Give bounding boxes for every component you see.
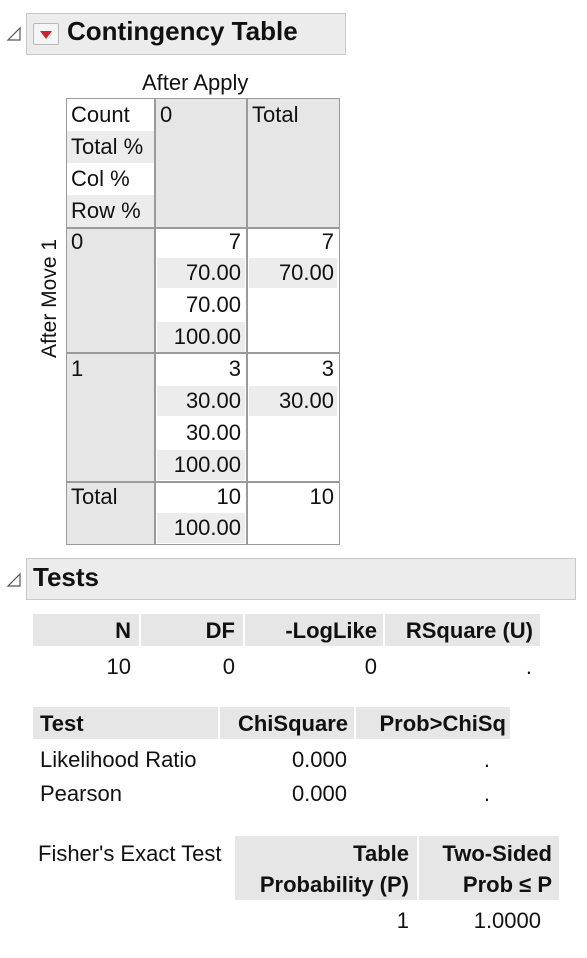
cell-total-pct: 70.00 — [185, 260, 241, 285]
chi-header-chisquare: ChiSquare — [237, 711, 348, 736]
red-triangle-menu-icon[interactable] — [33, 23, 59, 45]
total-count: 3 — [321, 356, 334, 381]
chi-row-chisquare: 0.000 — [291, 747, 347, 772]
cell-count: 3 — [228, 356, 241, 381]
cell-col-pct: 30.00 — [185, 420, 241, 445]
column-variable-label: After Apply — [142, 70, 249, 95]
fisher-col1-line2: Probability (P) — [259, 872, 409, 897]
total-row-label: Total — [71, 484, 118, 509]
grand-total-count: 10 — [309, 484, 334, 509]
cell-row-pct: 100.00 — [173, 452, 241, 477]
tests-title: Tests — [33, 562, 99, 592]
chi-row-chisquare: 0.000 — [291, 781, 347, 806]
chi-row-prob: . — [483, 781, 490, 806]
total-row-count: 10 — [216, 484, 241, 509]
legend-col-pct: Col % — [71, 166, 130, 191]
row-variable-label: After Move 1 — [38, 238, 61, 358]
summary-header-loglike: -LogLike — [285, 618, 377, 643]
fisher-col1-line1: Table — [353, 841, 409, 866]
summary-value-df: 0 — [222, 654, 235, 679]
col-header-0-label: 0 — [160, 102, 173, 127]
summary-value-rsquare: . — [525, 654, 532, 679]
fisher-col2-line2: Prob ≤ P — [462, 872, 552, 897]
tests-header-bar — [26, 558, 576, 600]
summary-header-n: N — [115, 618, 131, 643]
cell-col-pct: 70.00 — [185, 292, 241, 317]
cell-total-pct: 30.00 — [185, 388, 241, 413]
fisher-value-two-sided: 1.0000 — [473, 908, 541, 933]
row-1-label: 1 — [71, 356, 84, 381]
chi-row-test: Pearson — [40, 781, 122, 806]
total-pct: 70.00 — [278, 260, 334, 285]
contingency-title: Contingency Table — [67, 16, 298, 46]
contingency-disclosure-icon[interactable] — [6, 26, 21, 41]
legend-total-pct: Total % — [71, 134, 144, 159]
cell-count: 7 — [228, 229, 241, 254]
cell-row-pct: 100.00 — [173, 324, 241, 349]
total-row-pct: 100.00 — [173, 515, 241, 540]
summary-value-n: 10 — [106, 654, 131, 679]
fisher-col2-line1: Two-Sided — [442, 841, 552, 866]
chi-header-test: Test — [40, 711, 84, 736]
fisher-value-table-prob: 1 — [396, 908, 409, 933]
row-0-label: 0 — [71, 229, 84, 254]
tests-disclosure-icon[interactable] — [6, 572, 21, 587]
legend-row-pct: Row % — [71, 198, 141, 223]
chi-header-prob: Prob>ChiSq — [379, 711, 506, 736]
fisher-label: Fisher's Exact Test — [38, 841, 222, 866]
summary-header-rsquare: RSquare (U) — [405, 618, 533, 643]
summary-header-df: DF — [205, 618, 235, 643]
col-header-total-label: Total — [252, 102, 299, 127]
total-pct: 30.00 — [278, 388, 334, 413]
legend-count: Count — [71, 102, 130, 127]
summary-value-loglike: 0 — [364, 654, 377, 679]
total-count: 7 — [321, 229, 334, 254]
chi-row-prob: . — [483, 747, 490, 772]
chi-row-test: Likelihood Ratio — [40, 747, 197, 772]
